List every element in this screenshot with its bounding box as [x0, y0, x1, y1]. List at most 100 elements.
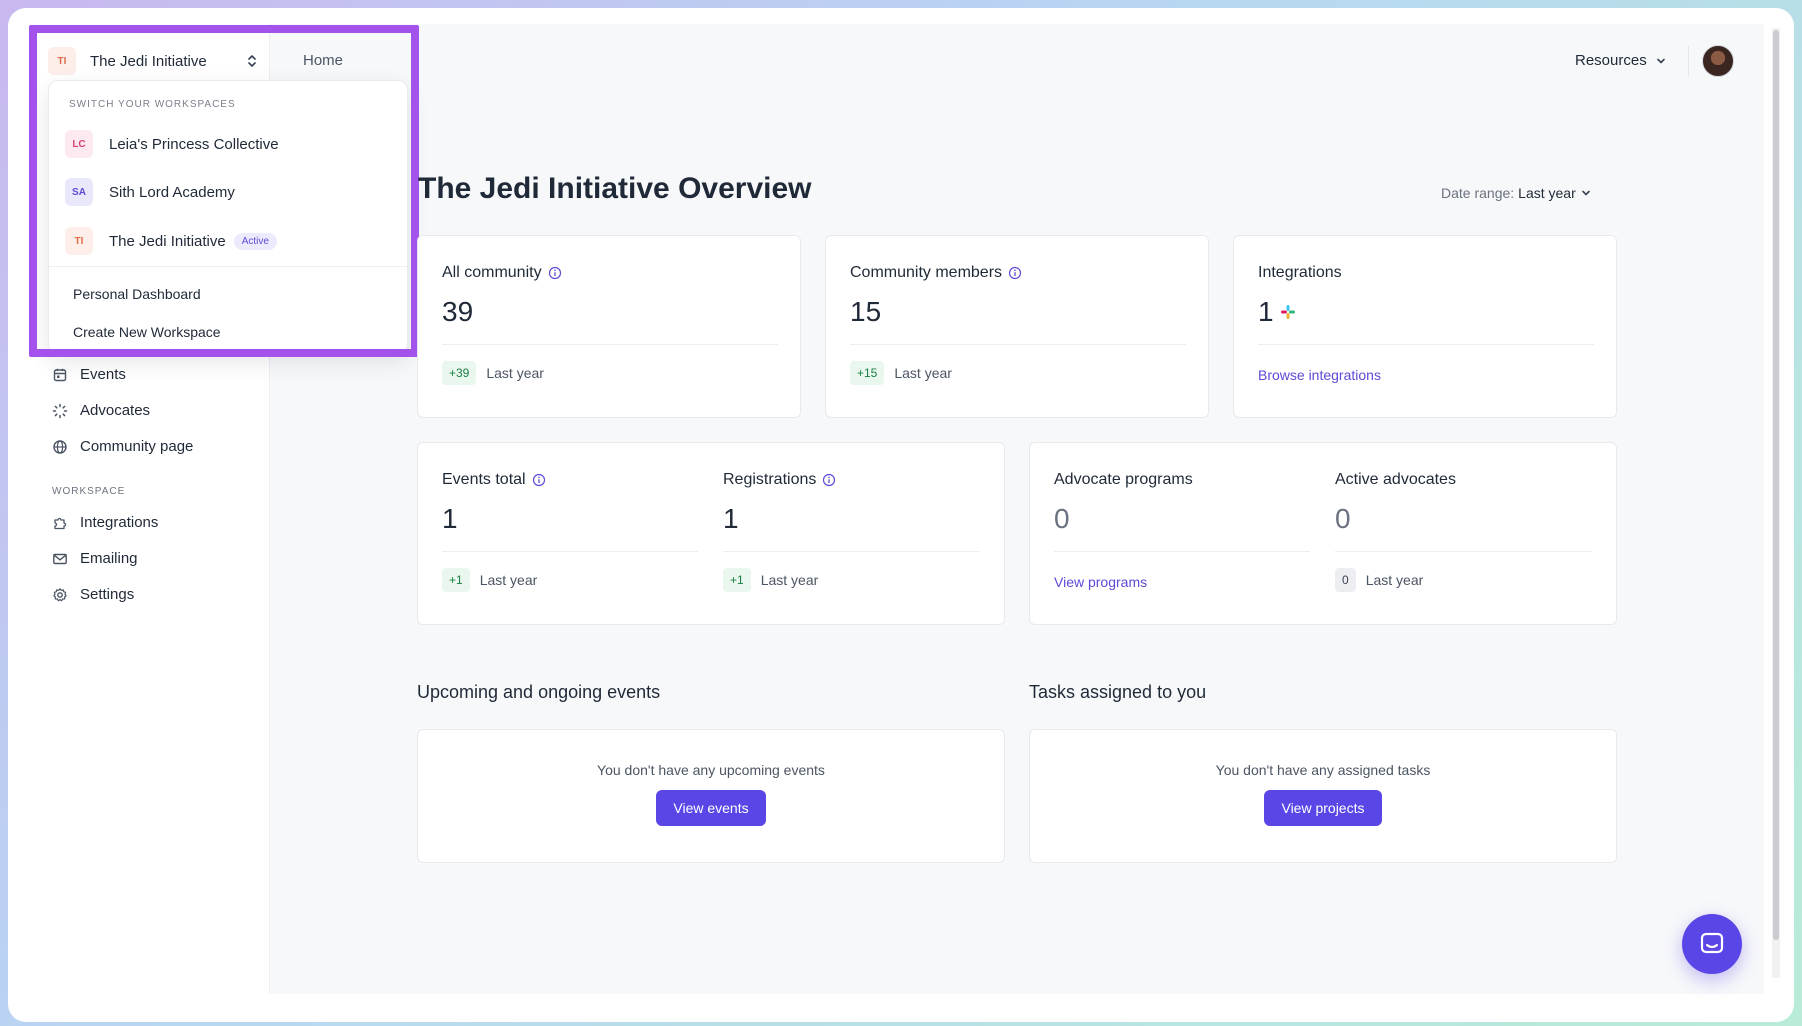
scrollbar-thumb[interactable] — [1773, 30, 1779, 940]
stat-divider — [442, 551, 698, 552]
sidebar-item-emailing[interactable]: Emailing — [52, 550, 138, 567]
date-range-label: Date range: — [1441, 185, 1515, 201]
stat-value: 15 — [850, 296, 882, 327]
tasks-section-title: Tasks assigned to you — [1029, 682, 1207, 702]
view-programs-link[interactable]: View programs — [1054, 574, 1147, 590]
stat-label: Community members — [850, 264, 1003, 281]
workspace-switcher[interactable]: TI The Jedi Initiative — [48, 46, 258, 76]
date-range-value: Last year — [1518, 185, 1576, 201]
stat-label: All community — [442, 264, 542, 281]
stat-all-community: All community 39 +39 Last year — [442, 264, 778, 385]
stat-community-members: Community members 15 +15 Last year — [850, 264, 1186, 385]
browse-integrations-link[interactable]: Browse integrations — [1258, 367, 1381, 383]
sidebar-item-label: Events — [80, 366, 126, 383]
stat-label: Active advocates — [1335, 471, 1456, 488]
stat-divider — [1335, 551, 1592, 552]
stat-period: Last year — [760, 572, 819, 588]
info-icon[interactable] — [822, 473, 836, 487]
sidebar-item-integrations[interactable]: Integrations — [52, 514, 158, 531]
gear-icon — [53, 587, 67, 601]
info-icon[interactable] — [1008, 266, 1022, 280]
stat-label: Integrations — [1258, 264, 1342, 281]
active-badge: Active — [233, 232, 277, 250]
stat-value: 0 — [1335, 503, 1351, 534]
sidebar-item-advocates[interactable]: Advocates — [52, 402, 150, 419]
info-icon[interactable] — [532, 473, 546, 487]
empty-state-text: You don't have any assigned tasks — [1215, 762, 1431, 778]
slack-icon — [1280, 305, 1295, 319]
sidebar-item-label: Settings — [80, 586, 135, 603]
sidebar-item-label: Advocates — [80, 402, 151, 419]
stat-divider — [850, 344, 1186, 345]
stat-period: Last year — [486, 365, 544, 381]
create-workspace-link[interactable]: Create New Workspace — [73, 324, 221, 340]
stat-events-total: Events total 1 +1 Last year — [442, 471, 698, 592]
chevron-updown-icon — [248, 55, 256, 67]
stat-divider — [442, 344, 778, 345]
view-events-button[interactable]: View events — [656, 790, 766, 826]
date-range-selector[interactable]: Date range: Last year — [1441, 185, 1592, 201]
stat-label: Registrations — [723, 471, 817, 488]
sidebar-item-settings[interactable]: Settings — [52, 586, 134, 603]
workspace-dropdown: SWITCH YOUR WORKSPACES LC Leia's Princes… — [48, 80, 408, 354]
stat-integrations: Integrations 1 Browse integrations — [1258, 264, 1594, 383]
info-icon[interactable] — [548, 266, 562, 280]
resources-menu[interactable]: Resources — [1575, 52, 1667, 69]
stat-card-events: Events total 1 +1 Last year Registration… — [417, 442, 1005, 625]
stat-value: 1 — [1258, 296, 1274, 327]
sidebar-item-label: Community page — [80, 438, 194, 455]
sidebar-item-label: Integrations — [80, 514, 159, 531]
globe-icon — [53, 439, 67, 454]
workspace-option-label: The Jedi Initiative — [109, 232, 226, 250]
workspace-name: The Jedi Initiative — [90, 52, 207, 70]
stat-divider — [1054, 551, 1310, 552]
stat-divider — [1258, 344, 1594, 345]
stat-period: Last year — [1365, 572, 1424, 588]
personal-dashboard-link[interactable]: Personal Dashboard — [73, 286, 201, 302]
stat-advocate-programs: Advocate programs 0 View programs — [1054, 471, 1310, 590]
sidebar-item-events[interactable]: Events — [52, 366, 126, 383]
empty-state-text: You don't have any upcoming events — [597, 762, 825, 778]
workspace-option-label: Sith Lord Academy — [109, 183, 235, 201]
page-title: The Jedi Initiative Overview — [418, 172, 812, 205]
workspace-initials-badge: TI — [48, 47, 76, 75]
workspace-option-label: Leia's Princess Collective — [109, 135, 279, 153]
sidebar-item-label: Emailing — [80, 550, 138, 567]
chevron-down-icon — [1581, 190, 1590, 196]
mail-icon — [53, 553, 67, 564]
stat-card-all-community: All community 39 +39 Last year — [417, 235, 801, 418]
breadcrumb-home[interactable]: Home — [303, 52, 343, 69]
stat-value: 1 — [442, 503, 458, 534]
delta-badge: +15 — [850, 361, 885, 385]
stat-label: Events total — [442, 471, 526, 488]
events-empty-card: You don't have any upcoming events View … — [417, 729, 1005, 863]
delta-badge: +39 — [442, 361, 477, 385]
stat-period: Last year — [479, 572, 538, 588]
stat-card-integrations: Integrations 1 Browse integrations — [1233, 235, 1617, 418]
workspace-option-jedi[interactable]: TI The Jedi Initiative Active — [65, 225, 277, 257]
workspace-initials-badge: TI — [65, 227, 93, 255]
sidebar-item-community-page[interactable]: Community page — [52, 438, 193, 455]
view-projects-button[interactable]: View projects — [1264, 790, 1382, 826]
workspace-option-sith[interactable]: SA Sith Lord Academy — [65, 176, 235, 208]
stat-card-community-members: Community members 15 +15 Last year — [825, 235, 1209, 418]
calendar-icon — [53, 368, 67, 381]
stat-active-advocates: Active advocates 0 0 Last year — [1335, 471, 1592, 592]
delta-badge: +1 — [723, 568, 751, 592]
events-section-title: Upcoming and ongoing events — [417, 682, 661, 702]
puzzle-icon — [54, 517, 67, 529]
topbar-divider — [1688, 46, 1689, 76]
workspace-option-leia[interactable]: LC Leia's Princess Collective — [65, 128, 279, 160]
stat-period: Last year — [894, 365, 952, 381]
workspace-initials-badge: LC — [65, 130, 93, 158]
chat-launcher-button[interactable] — [1682, 914, 1742, 974]
sidebar-section-label: WORKSPACE — [52, 486, 126, 497]
spinner-icon — [52, 403, 68, 418]
dropdown-divider — [49, 266, 407, 267]
resources-label: Resources — [1575, 52, 1647, 69]
stat-card-advocates: Advocate programs 0 View programs Active… — [1029, 442, 1617, 625]
tasks-empty-card: You don't have any assigned tasks View p… — [1029, 729, 1617, 863]
user-avatar[interactable] — [1702, 45, 1734, 77]
stat-divider — [723, 551, 980, 552]
stat-value: 1 — [723, 503, 739, 534]
